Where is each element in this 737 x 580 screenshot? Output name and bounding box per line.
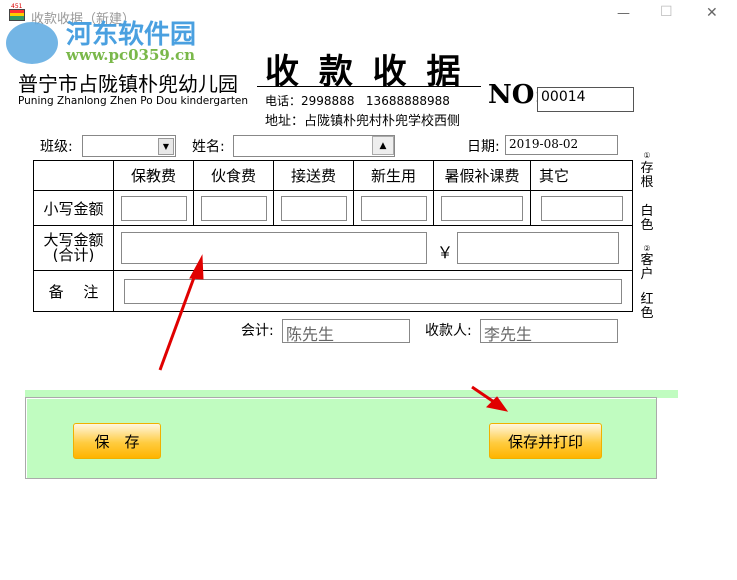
arrow-head-1-icon (189, 254, 204, 280)
arrow-line-1 (158, 271, 198, 371)
arrow-line-2 (471, 385, 495, 404)
annotation-arrows (158, 254, 509, 412)
